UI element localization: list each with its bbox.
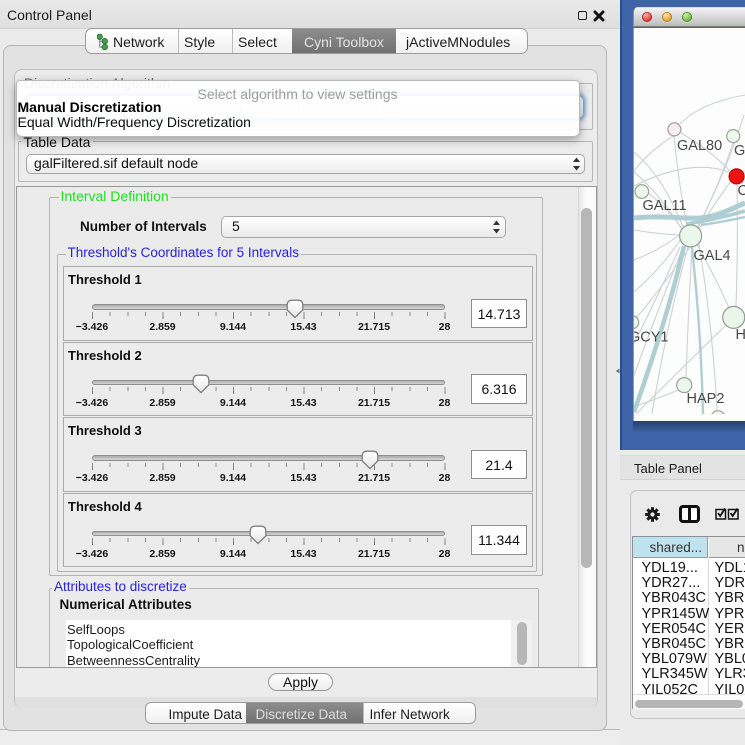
svg-text:C: C	[738, 183, 745, 199]
svg-text:H: H	[736, 327, 745, 343]
svg-text:G.: G.	[734, 143, 745, 159]
svg-text:GAL4: GAL4	[694, 248, 731, 264]
svg-text:GAL80: GAL80	[677, 138, 722, 154]
svg-text:GCY1: GCY1	[634, 330, 669, 346]
svg-text:HAP2: HAP2	[687, 391, 725, 407]
svg-text:GAL11: GAL11	[643, 198, 687, 214]
